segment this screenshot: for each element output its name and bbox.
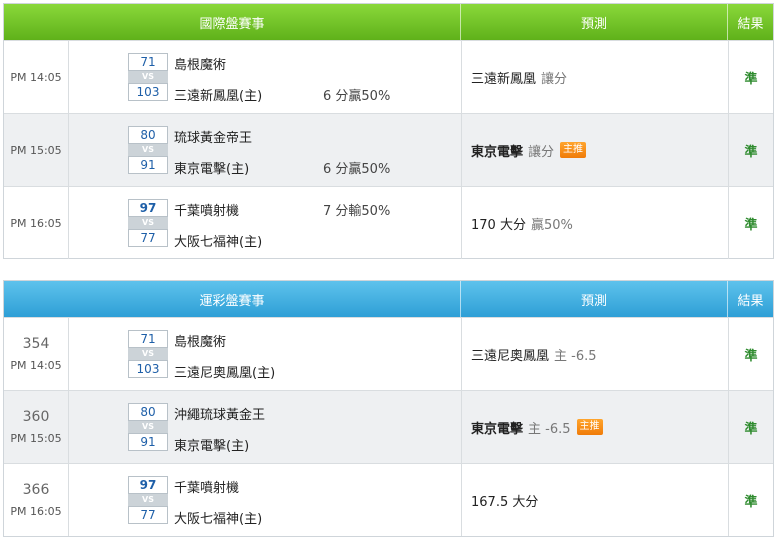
panel-header: 運彩盤賽事 預測 結果 bbox=[4, 281, 773, 317]
result-cell: 準 bbox=[728, 187, 773, 259]
odds-line: 6 分贏50% bbox=[323, 89, 391, 104]
team-away[interactable]: 千葉噴射機 bbox=[174, 200, 239, 219]
vs-label: VS bbox=[128, 217, 168, 229]
prediction-cell: 東京電擊 主 -6.5 主推 bbox=[461, 391, 728, 463]
result-cell: 準 bbox=[728, 391, 773, 463]
team-away[interactable]: 沖繩琉球黃金王 bbox=[174, 404, 265, 423]
result-cell: 準 bbox=[728, 464, 773, 536]
game-time: PM 14:05 bbox=[10, 70, 62, 84]
vs-label: VS bbox=[128, 494, 168, 506]
score-top: 71 bbox=[128, 330, 168, 348]
sports-lottery-panel: 運彩盤賽事 預測 結果 354 PM 14:05 71 VS 103 島根魔術 … bbox=[3, 280, 774, 537]
game-code: 360 bbox=[22, 409, 50, 425]
score-bottom: 91 bbox=[128, 433, 168, 451]
table-row: 360 PM 15:05 80 VS 91 沖繩琉球黃金王 東京電擊(主) 東京… bbox=[4, 390, 773, 463]
game-time: PM 16:05 bbox=[10, 505, 62, 518]
header-match: 國際盤賽事 bbox=[4, 4, 461, 40]
team-home[interactable]: 東京電擊(主) bbox=[174, 435, 249, 454]
prediction-cell: 167.5 大分 bbox=[461, 464, 728, 536]
score-top: 80 bbox=[128, 126, 168, 144]
prediction-pick: 三遠尼奧鳳凰 bbox=[471, 348, 550, 364]
prediction-cell: 三遠尼奧鳳凰 主 -6.5 bbox=[461, 318, 728, 390]
header-match: 運彩盤賽事 bbox=[4, 281, 461, 317]
table-row: 354 PM 14:05 71 VS 103 島根魔術 三遠尼奧鳳凰(主) 三遠… bbox=[4, 317, 773, 390]
featured-badge: 主推 bbox=[560, 142, 587, 158]
vs-label: VS bbox=[128, 71, 168, 83]
header-prediction: 預測 bbox=[461, 281, 728, 317]
prediction-extra: 主 -6.5 bbox=[528, 421, 571, 437]
vs-label: VS bbox=[128, 348, 168, 360]
team-home[interactable]: 大阪七福神(主) bbox=[174, 508, 262, 527]
header-result: 結果 bbox=[737, 16, 764, 32]
team-home[interactable]: 東京電擊(主) bbox=[174, 158, 249, 177]
table-row: PM 14:05 71 VS 103 島根魔術 三遠新鳳凰(主) 6 分贏50%… bbox=[4, 40, 773, 113]
team-home[interactable]: 三遠尼奧鳳凰(主) bbox=[174, 362, 275, 381]
header-result: 結果 bbox=[737, 293, 764, 309]
team-away[interactable]: 千葉噴射機 bbox=[174, 477, 239, 496]
vs-label: VS bbox=[128, 144, 168, 156]
odds-line: 6 分贏50% bbox=[323, 162, 391, 177]
table-row: 366 PM 16:05 97 VS 77 千葉噴射機 大阪七福神(主) 167… bbox=[4, 463, 773, 536]
prediction-pick: 170 大分 bbox=[471, 217, 526, 233]
score-bottom: 103 bbox=[128, 360, 168, 378]
prediction-cell: 東京電擊 讓分 主推 bbox=[461, 114, 728, 186]
prediction-pick: 東京電擊 bbox=[471, 144, 524, 160]
prediction-cell: 170 大分 贏50% bbox=[461, 187, 728, 259]
team-away[interactable]: 琉球黃金帝王 bbox=[174, 127, 252, 146]
team-away[interactable]: 島根魔術 bbox=[174, 331, 226, 350]
result-cell: 準 bbox=[728, 318, 773, 390]
prediction-extra: 主 -6.5 bbox=[554, 348, 597, 364]
score-bottom: 103 bbox=[128, 83, 168, 101]
featured-badge: 主推 bbox=[576, 419, 603, 435]
score-bottom: 77 bbox=[128, 506, 168, 524]
team-home[interactable]: 大阪七福神(主) bbox=[174, 231, 262, 250]
prediction-extra: 讓分 bbox=[541, 71, 568, 87]
table-row: PM 15:05 80 VS 91 琉球黃金帝王 東京電擊(主) 6 分贏50%… bbox=[4, 113, 773, 186]
prediction-extra: 贏50% bbox=[530, 217, 573, 233]
game-time: PM 15:05 bbox=[10, 143, 62, 157]
game-time: PM 14:05 bbox=[10, 359, 62, 372]
score-top: 71 bbox=[128, 53, 168, 71]
score-top: 97 bbox=[128, 199, 168, 217]
odds-line: 7 分輸50% bbox=[323, 204, 391, 219]
prediction-extra: 讓分 bbox=[528, 144, 555, 160]
game-time: PM 16:05 bbox=[10, 216, 62, 230]
prediction-pick: 167.5 大分 bbox=[471, 494, 539, 510]
game-code: 354 bbox=[22, 336, 50, 352]
vs-label: VS bbox=[128, 421, 168, 433]
score-bottom: 91 bbox=[128, 156, 168, 174]
international-odds-panel: 國際盤賽事 預測 結果 PM 14:05 71 VS 103 島根魔術 三遠新鳳… bbox=[3, 3, 774, 259]
result-cell: 準 bbox=[728, 114, 773, 186]
team-away[interactable]: 島根魔術 bbox=[174, 54, 226, 73]
table-row: PM 16:05 97 VS 77 千葉噴射機 大阪七福神(主) 7 分輸50%… bbox=[4, 186, 773, 259]
team-home[interactable]: 三遠新鳳凰(主) bbox=[174, 85, 262, 104]
game-code: 366 bbox=[22, 482, 50, 498]
prediction-pick: 三遠新鳳凰 bbox=[471, 71, 537, 87]
header-prediction: 預測 bbox=[461, 4, 728, 40]
game-time: PM 15:05 bbox=[10, 432, 62, 445]
prediction-cell: 三遠新鳳凰 讓分 bbox=[461, 41, 728, 113]
result-cell: 準 bbox=[728, 41, 773, 113]
score-top: 80 bbox=[128, 403, 168, 421]
score-bottom: 77 bbox=[128, 229, 168, 247]
prediction-pick: 東京電擊 bbox=[471, 421, 524, 437]
panel-header: 國際盤賽事 預測 結果 bbox=[4, 4, 773, 40]
score-top: 97 bbox=[128, 476, 168, 494]
